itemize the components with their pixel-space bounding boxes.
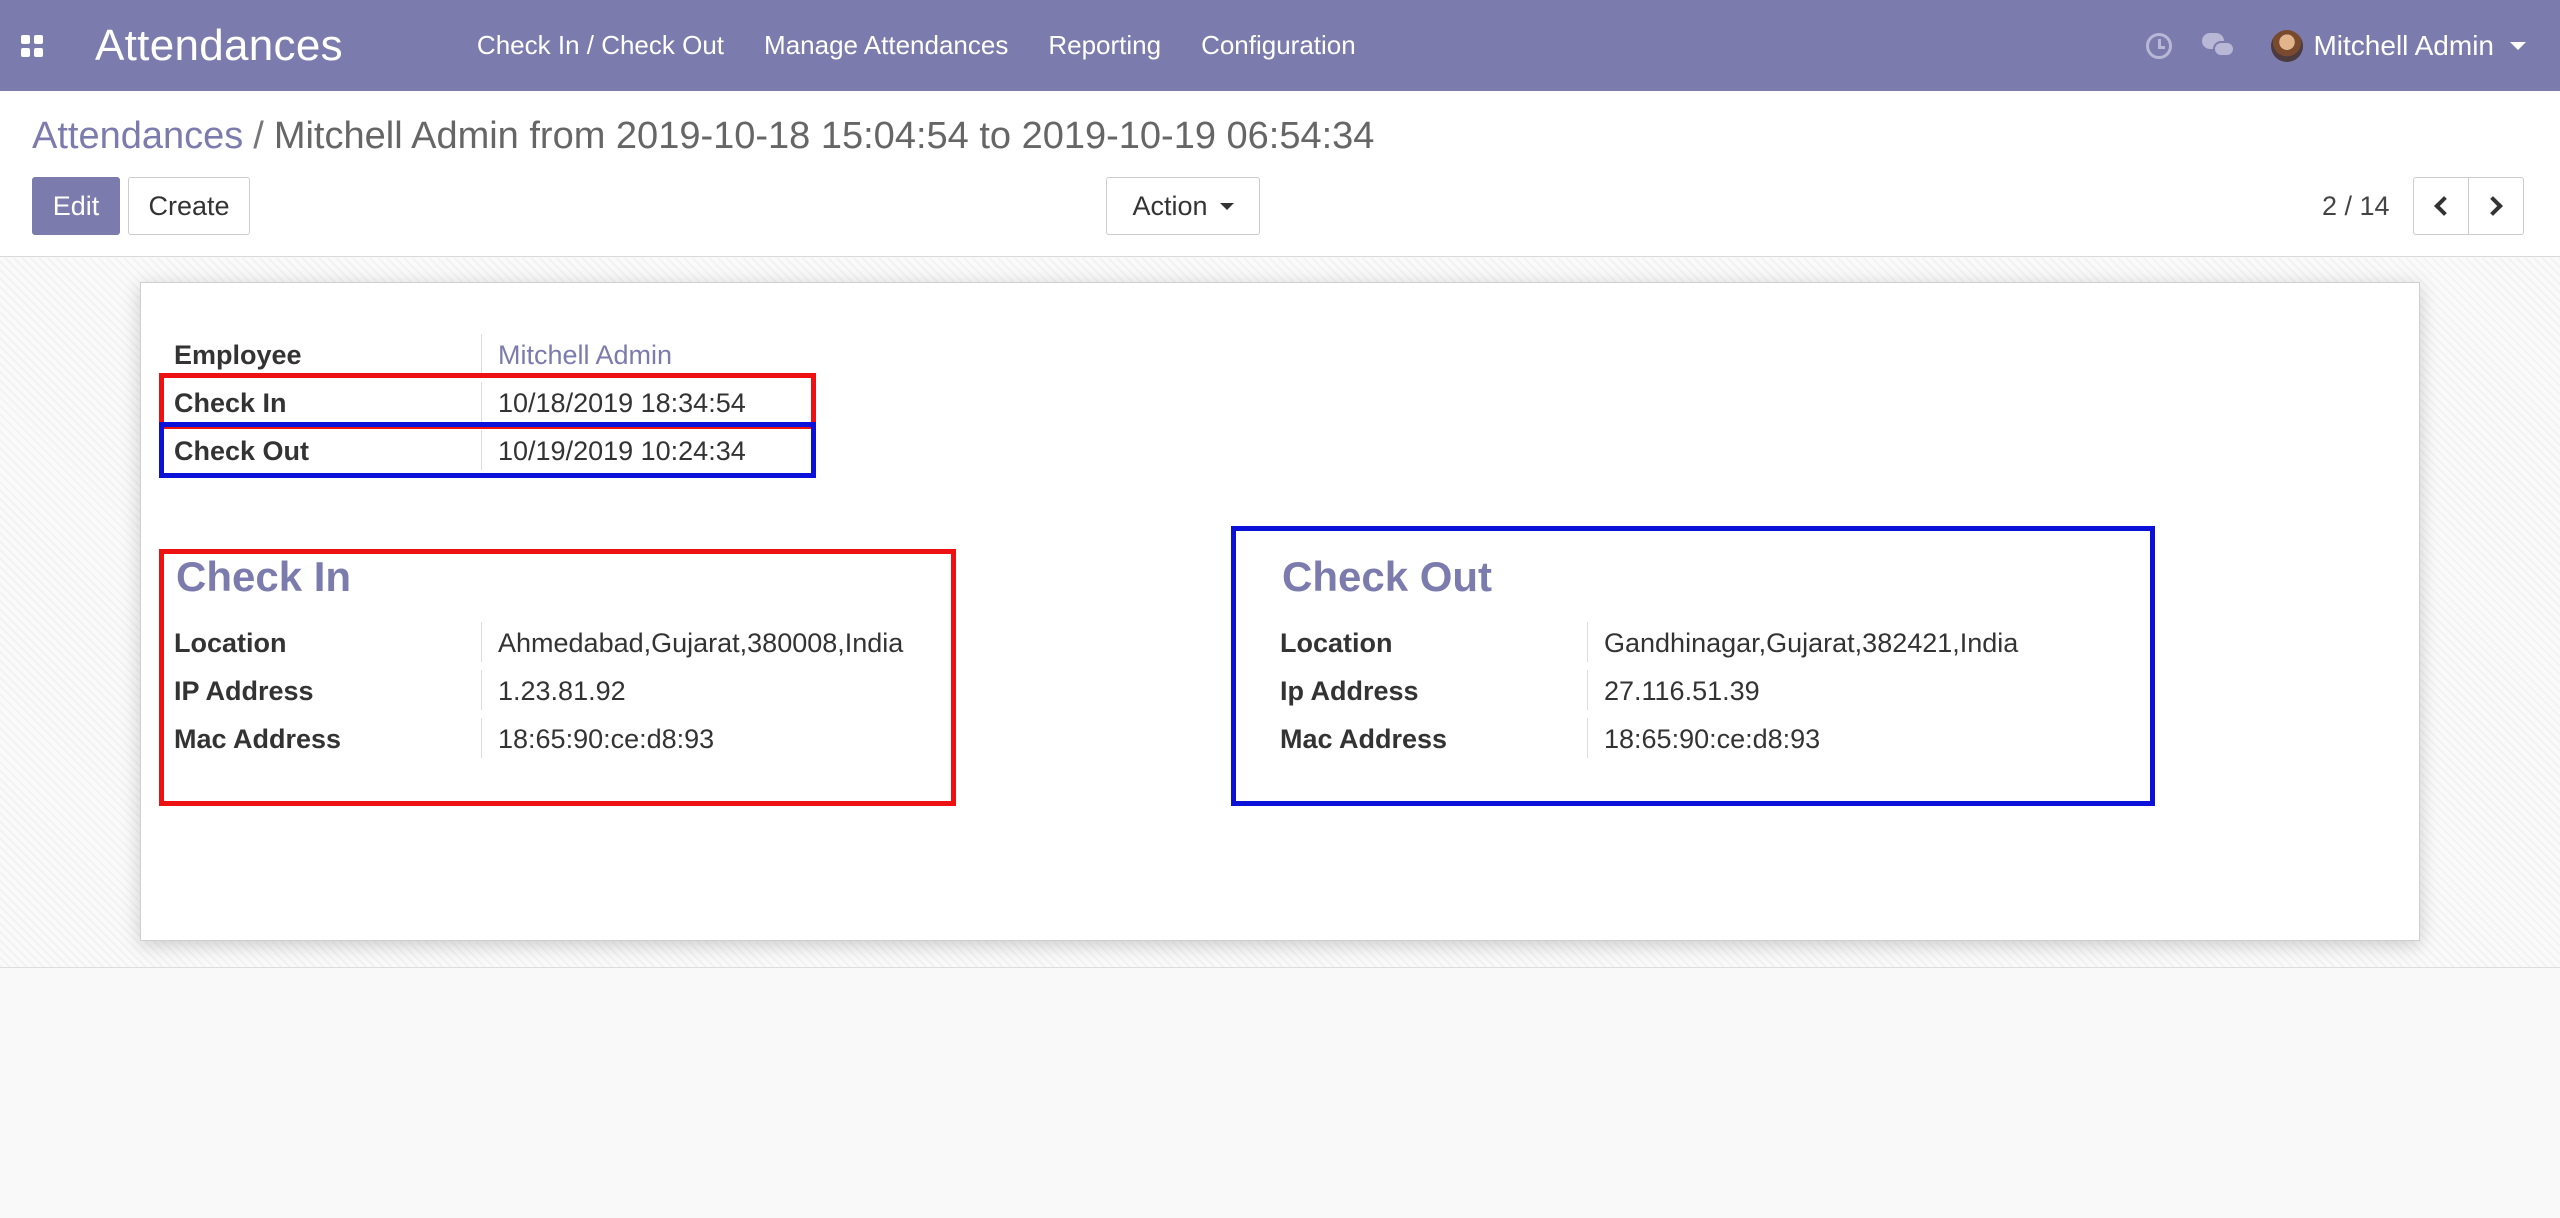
caret-down-icon: [1219, 202, 1234, 210]
top-navbar: Attendances Check In / Check Out Manage …: [0, 0, 2560, 91]
pager-previous-button[interactable]: [2413, 177, 2469, 235]
breadcrumb-current: Mitchell Admin from 2019-10-18 15:04:54 …: [273, 115, 1375, 157]
apps-grid-icon[interactable]: [0, 0, 64, 91]
clock-icon[interactable]: [2129, 0, 2189, 91]
navbar-systray: Mitchell Admin: [2129, 0, 2560, 91]
check-out-group-highlight: [1231, 526, 2155, 806]
breadcrumb-separator: /: [253, 115, 264, 157]
main-menu: Check In / Check Out Manage Attendances …: [457, 0, 1376, 91]
caret-down-icon: [2510, 41, 2526, 50]
pager-next-button[interactable]: [2468, 177, 2524, 235]
chevron-right-icon: [2483, 196, 2503, 216]
chevron-left-icon: [2434, 196, 2454, 216]
menu-item-check-in-check-out[interactable]: Check In / Check Out: [457, 0, 744, 91]
menu-item-reporting[interactable]: Reporting: [1028, 0, 1181, 91]
pager-value[interactable]: 2 / 14: [2322, 191, 2390, 222]
field-divider: [481, 334, 482, 374]
control-panel: Attendances / Mitchell Admin from 2019-10-…: [0, 91, 2560, 257]
user-name: Mitchell Admin: [2313, 29, 2494, 61]
user-menu[interactable]: Mitchell Admin: [2249, 0, 2560, 91]
check-out-field-highlight: [159, 422, 816, 478]
edit-button[interactable]: Edit: [32, 177, 120, 235]
check-in-group-highlight: [159, 549, 956, 806]
breadcrumb-parent[interactable]: Attendances: [32, 115, 243, 157]
form-sheet: Employee Mitchell Admin Check In 10/18/2…: [140, 282, 2420, 941]
action-label: Action: [1132, 190, 1208, 221]
menu-item-configuration[interactable]: Configuration: [1181, 0, 1376, 91]
employee-link[interactable]: Mitchell Admin: [498, 340, 672, 371]
create-button[interactable]: Create: [128, 177, 250, 235]
employee-label: Employee: [174, 340, 302, 370]
user-avatar: [2271, 29, 2304, 62]
employee-field: Employee Mitchell Admin: [174, 334, 774, 374]
check-in-field-highlight: [159, 373, 816, 429]
breadcrumb: Attendances / Mitchell Admin from 2019-10-…: [32, 115, 1374, 158]
menu-item-manage-attendances[interactable]: Manage Attendances: [744, 0, 1028, 91]
chat-icon[interactable]: [2189, 0, 2249, 91]
action-dropdown-button[interactable]: Action: [1106, 177, 1260, 235]
app-title[interactable]: Attendances: [95, 21, 343, 71]
